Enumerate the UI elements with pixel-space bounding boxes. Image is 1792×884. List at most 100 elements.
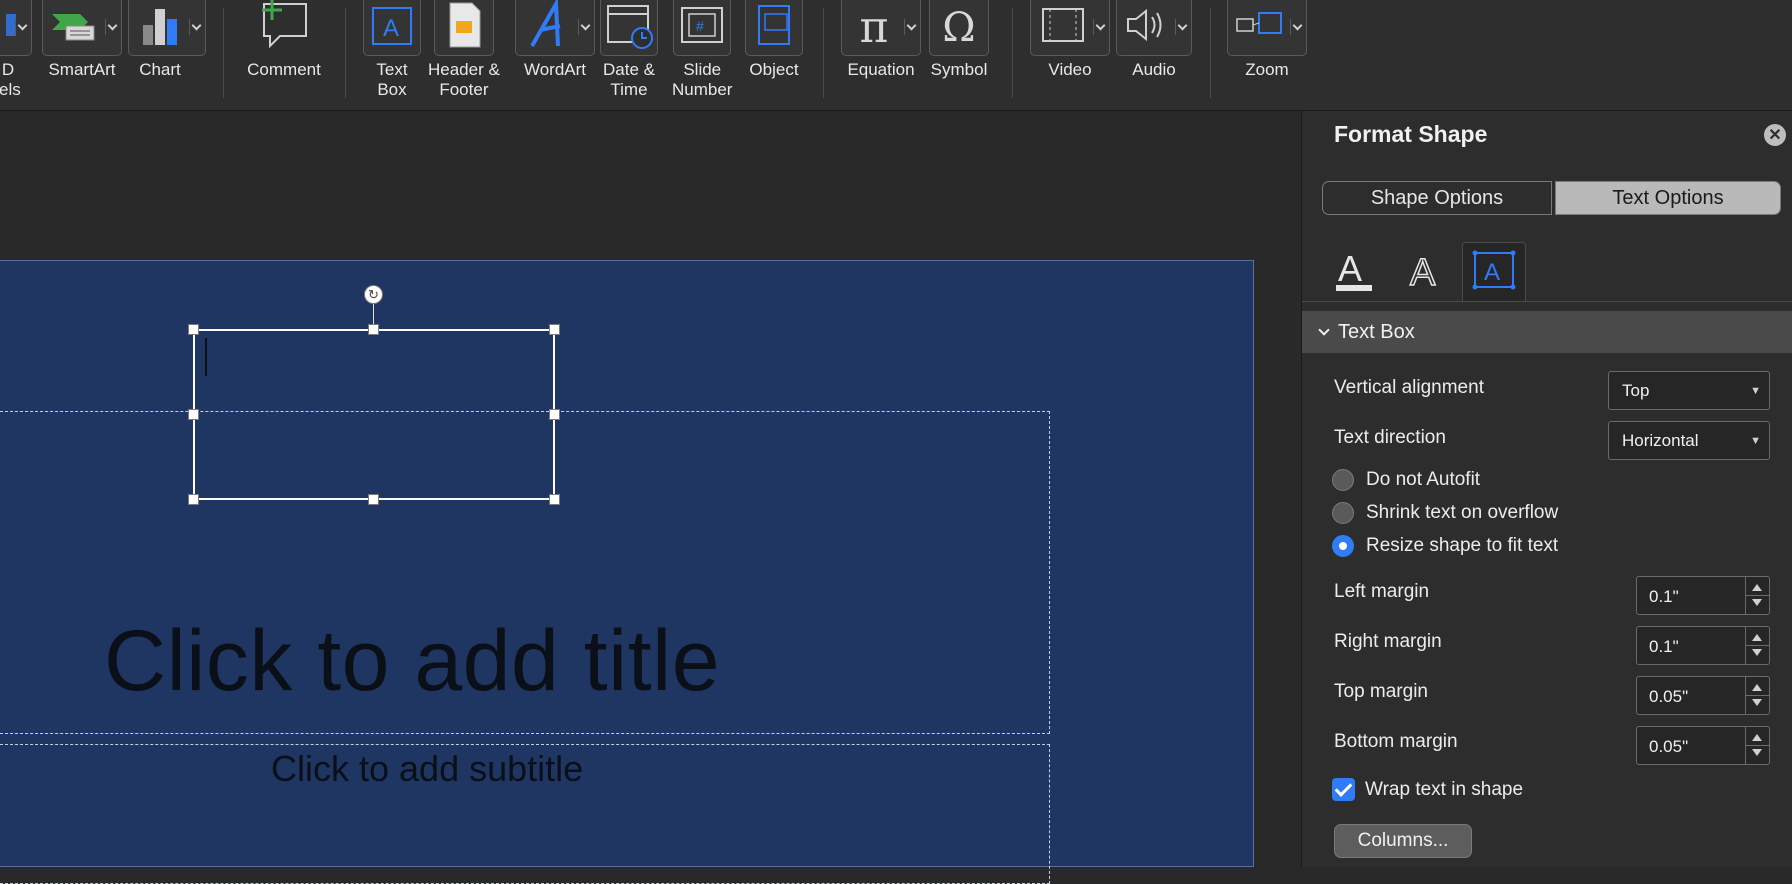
ribbon-label: Video [1048, 60, 1092, 79]
date-time-icon [604, 0, 654, 55]
tab-text-options[interactable]: Text Options [1555, 181, 1781, 215]
text-box-section-header[interactable]: Text Box [1302, 311, 1792, 353]
comment-button[interactable]: Comment [245, 0, 323, 80]
title-placeholder-text[interactable]: Click to add title [104, 612, 720, 711]
right-margin-stepper[interactable]: 0.1" [1636, 626, 1770, 665]
columns-button[interactable]: Columns... [1334, 824, 1472, 858]
ribbon-label: Text Box [376, 60, 408, 99]
chevron-down-icon[interactable] [1175, 19, 1189, 35]
text-fill-outline-tab[interactable]: A [1322, 242, 1386, 302]
close-pane-button[interactable]: ✕ [1764, 124, 1786, 146]
dropdown-arrow-icon: ▼ [1750, 435, 1761, 447]
increment-icon[interactable] [1752, 734, 1762, 741]
right-margin-value[interactable]: 0.1" [1649, 637, 1679, 657]
decrement-icon[interactable] [1752, 699, 1762, 706]
chevron-down-icon[interactable] [1290, 19, 1304, 35]
ribbon-label: Equation [847, 60, 915, 79]
increment-icon[interactable] [1752, 584, 1762, 591]
selected-text-box[interactable] [193, 329, 555, 500]
section-title: Text Box [1338, 320, 1415, 343]
audio-button[interactable]: Audio [1116, 0, 1192, 80]
svg-text:A: A [1410, 252, 1436, 293]
chevron-down-icon[interactable] [189, 19, 203, 35]
autofit-option-resize[interactable]: Resize shape to fit text [1332, 535, 1558, 557]
resize-handle-top[interactable] [368, 324, 379, 335]
resize-handle-bottom-left[interactable] [188, 494, 199, 505]
resize-handle-top-left[interactable] [188, 324, 199, 335]
resize-handle-right[interactable] [549, 409, 560, 420]
chevron-down-icon[interactable] [904, 19, 918, 35]
smartart-button[interactable]: SmartArt [42, 0, 122, 80]
ribbon-label: Symbol [930, 60, 988, 79]
text-direction-dropdown[interactable]: Horizontal ▼ [1608, 421, 1770, 460]
object-button[interactable]: Object [745, 0, 803, 80]
resize-handle-bottom[interactable] [368, 494, 379, 505]
radio-button[interactable] [1332, 469, 1354, 491]
ribbon-separator [1012, 8, 1013, 98]
radio-button-selected[interactable] [1332, 535, 1354, 557]
autofit-option-label: Shrink text on overflow [1366, 502, 1559, 523]
chevron-down-icon[interactable] [105, 19, 119, 35]
wrap-text-checkbox[interactable] [1332, 778, 1355, 801]
text-effects-icon: A [1406, 247, 1446, 298]
wordart-button[interactable]: WordArt [515, 0, 595, 80]
decrement-icon[interactable] [1752, 649, 1762, 656]
chevron-down-icon[interactable] [15, 19, 29, 35]
equation-button[interactable]: π Equation [841, 0, 921, 80]
rotate-handle[interactable]: ↻ [364, 285, 383, 304]
top-margin-stepper[interactable]: 0.05" [1636, 676, 1770, 715]
wrap-text-option[interactable]: Wrap text in shape [1332, 778, 1523, 801]
svg-text:A: A [383, 15, 399, 42]
audio-icon [1124, 5, 1170, 50]
chevron-down-icon[interactable] [1093, 19, 1107, 35]
chart-button[interactable]: Chart [128, 0, 206, 80]
increment-icon[interactable] [1752, 634, 1762, 641]
text-box-tab[interactable]: A [1462, 242, 1526, 302]
comment-icon [256, 0, 312, 57]
resize-handle-left[interactable] [188, 409, 199, 420]
3d-models-button[interactable]: D lels [0, 0, 32, 100]
increment-icon[interactable] [1752, 684, 1762, 691]
text-effects-tab[interactable]: A [1394, 242, 1458, 302]
zoom-button[interactable]: Zoom [1227, 0, 1307, 80]
slide-number-button[interactable]: # Slide Number [672, 0, 732, 100]
decrement-icon[interactable] [1752, 599, 1762, 606]
autofit-option-label: Do not Autofit [1366, 469, 1481, 490]
date-time-button[interactable]: Date & Time [600, 0, 658, 100]
left-margin-value[interactable]: 0.1" [1649, 587, 1679, 607]
bottom-margin-stepper[interactable]: 0.05" [1636, 726, 1770, 765]
dropdown-arrow-icon: ▼ [1750, 385, 1761, 397]
bottom-margin-value[interactable]: 0.05" [1649, 737, 1688, 757]
ribbon-label: Slide Number [672, 60, 733, 99]
top-margin-value[interactable]: 0.05" [1649, 687, 1688, 707]
radio-button[interactable] [1332, 502, 1354, 524]
tab-shape-options[interactable]: Shape Options [1322, 181, 1552, 215]
text-fill-icon: A [1332, 247, 1376, 298]
symbol-button[interactable]: Ω Symbol [929, 0, 989, 80]
bottom-margin-label: Bottom margin [1334, 731, 1458, 752]
autofit-option-shrink[interactable]: Shrink text on overflow [1332, 502, 1558, 524]
subtitle-placeholder-text[interactable]: Click to add subtitle [271, 748, 583, 790]
resize-handle-bottom-right[interactable] [549, 494, 560, 505]
equation-icon: π [859, 2, 889, 53]
ribbon-label: Comment [247, 60, 321, 79]
zoom-icon [1235, 7, 1285, 48]
ribbon-separator [345, 8, 346, 98]
object-icon [751, 2, 797, 53]
text-box-icon: A [369, 2, 415, 53]
resize-handle-top-right[interactable] [549, 324, 560, 335]
chevron-down-icon[interactable] [578, 19, 592, 35]
video-button[interactable]: Video [1030, 0, 1110, 80]
wrap-text-label: Wrap text in shape [1365, 778, 1524, 800]
autofit-option-none[interactable]: Do not Autofit [1332, 469, 1480, 491]
vertical-alignment-dropdown[interactable]: Top ▼ [1608, 371, 1770, 410]
format-shape-pane: Format Shape ✕ Shape Options Text Option… [1301, 111, 1792, 867]
left-margin-stepper[interactable]: 0.1" [1636, 576, 1770, 615]
autofit-option-label: Resize shape to fit text [1366, 535, 1559, 556]
header-footer-button[interactable]: Header & Footer [428, 0, 500, 100]
text-box-button[interactable]: A Text Box [363, 0, 421, 100]
decrement-icon[interactable] [1752, 749, 1762, 756]
chevron-down-icon [1318, 324, 1330, 336]
ribbon-separator [823, 8, 824, 98]
ribbon-label: D lels [0, 60, 21, 99]
